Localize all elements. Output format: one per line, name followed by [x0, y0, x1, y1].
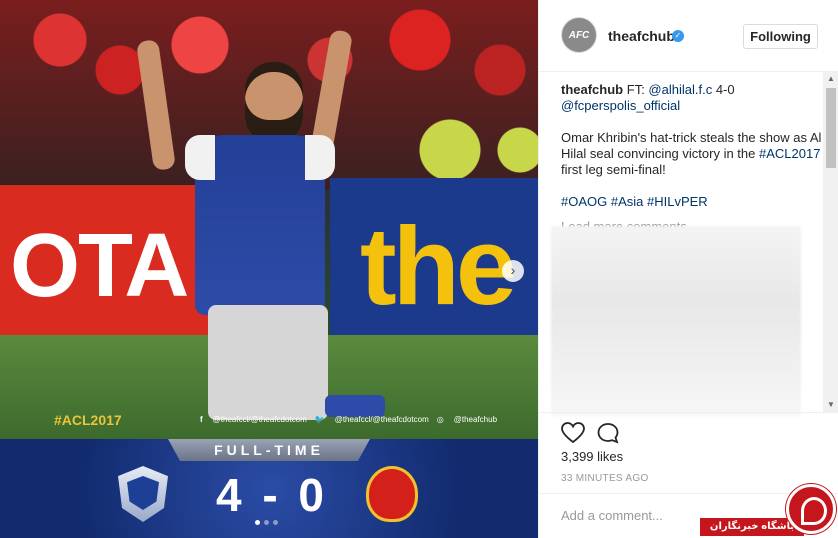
username-link[interactable]: theafchub [608, 28, 675, 44]
full-time-banner: FULL-TIME [168, 439, 370, 461]
caption-body-text-end: first leg semi-final! [561, 162, 666, 177]
caption-username[interactable]: theafchub [561, 82, 623, 97]
player-shorts [208, 305, 328, 420]
instagram-icon: ◎ [436, 415, 444, 424]
watermark-logo-icon [786, 484, 836, 534]
scroll-down-icon[interactable]: ▼ [823, 398, 838, 412]
carousel-dots [255, 520, 278, 525]
twitter-icon: 🐦 [314, 415, 325, 424]
next-slide-button[interactable]: › [502, 260, 524, 282]
caption-body: Omar Khribin's hat-trick steals the show… [561, 130, 823, 178]
media-socials: f @theafccl/@theafcdotcom 🐦 @theafccl/@t… [200, 415, 497, 424]
match-score: 4 - 0 [215, 469, 329, 521]
player-jersey [185, 135, 335, 315]
scrollbar[interactable]: ▲ ▼ [823, 72, 838, 412]
facebook-icon: f [200, 415, 203, 424]
post-sidebar: AFC theafchub ✓ Following theafchub FT: … [538, 0, 838, 538]
watermark: باشگاه خبرنگاران [700, 482, 838, 538]
blurred-comments [551, 226, 801, 416]
social-handle-instagram: @theafchub [453, 415, 498, 424]
carousel-dot [273, 520, 278, 525]
player-head [245, 72, 303, 142]
social-handle-facebook: @theafccl/@theafcdotcom [212, 415, 307, 424]
carousel-dot-active [255, 520, 260, 525]
carousel-dot [264, 520, 269, 525]
avatar[interactable]: AFC [561, 17, 597, 53]
ad-board-right: the [330, 178, 538, 338]
post-timestamp[interactable]: 33 MINUTES AGO [561, 473, 649, 484]
hashtag-acl2017[interactable]: #ACL2017 [759, 146, 820, 161]
scroll-up-icon[interactable]: ▲ [823, 72, 838, 86]
ad-board-right-text: the [360, 205, 517, 328]
post-header: AFC theafchub ✓ Following [539, 0, 838, 72]
ad-board-left-text: OTA [10, 216, 189, 316]
heart-icon[interactable] [561, 422, 585, 444]
post-actions: 3,399 likes 33 MINUTES AGO [539, 412, 838, 484]
verified-badge-icon: ✓ [672, 30, 684, 42]
ad-board-left: OTA [0, 185, 215, 335]
post-image[interactable]: OTA the #ACL2017 f @theafccl/@theafcdotc… [0, 0, 538, 538]
caption-hashtags: #OAOG #Asia #HILvPER [561, 194, 823, 210]
social-handle-twitter: @theafccl/@theafcdotcom [334, 415, 429, 424]
scrollbar-thumb[interactable] [826, 88, 836, 168]
mention-perspolis[interactable]: @fcperspolis_official [561, 98, 680, 113]
comment-icon[interactable] [596, 422, 620, 444]
add-comment-input[interactable]: Add a comment... [561, 508, 663, 523]
likes-count[interactable]: 3,399 likes [561, 449, 623, 464]
following-button[interactable]: Following [743, 24, 818, 49]
hashtags-links[interactable]: #OAOG #Asia #HILvPER [561, 194, 708, 209]
perspolis-crest-icon [366, 466, 418, 522]
caption-score: 4-0 [712, 82, 735, 97]
mention-alhilal[interactable]: @alhilal.f.c [648, 82, 712, 97]
jersey-sleeve-right [305, 135, 335, 180]
caption-prefix: FT: [626, 82, 649, 97]
player-sock [325, 395, 385, 417]
caption-line: theafchub FT: @alhilal.f.c 4-0 @fcperspo… [561, 82, 823, 114]
jersey-sleeve-left [185, 135, 215, 180]
media-hashtag: #ACL2017 [54, 412, 122, 428]
